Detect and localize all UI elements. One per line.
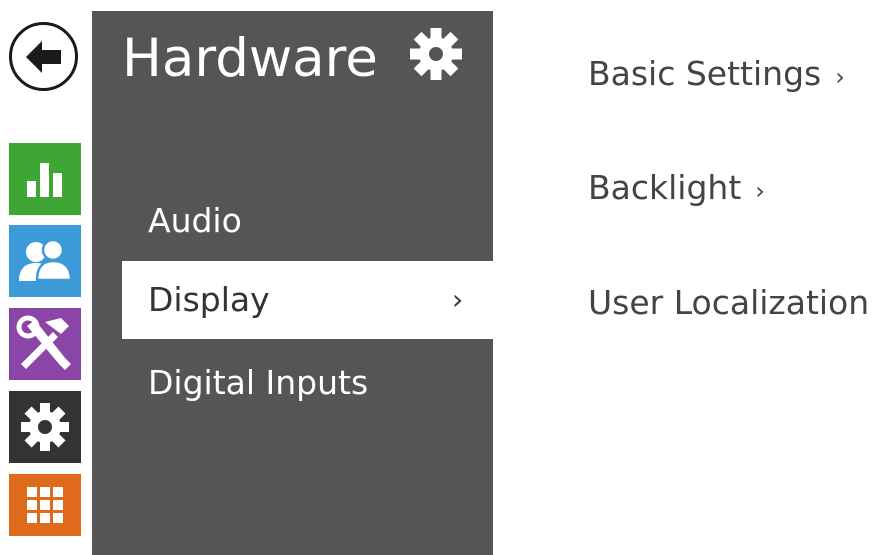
sidebar-item-directory[interactable]	[9, 225, 81, 297]
bar-chart-icon	[27, 163, 62, 197]
chevron-right-icon: ›	[835, 63, 845, 91]
sidebar-item-hardware[interactable]	[9, 391, 81, 463]
submenu-item-basic-settings[interactable]: Basic Settings ›	[588, 52, 845, 99]
menu-item-audio[interactable]: Audio	[122, 182, 493, 260]
submenu-item-backlight[interactable]: Backlight ›	[588, 166, 765, 213]
grid-icon	[27, 487, 63, 523]
submenu-item-label: User Localization	[588, 283, 870, 322]
page-title: Hardware	[122, 28, 378, 89]
gear-icon	[21, 403, 69, 451]
submenu-item-user-localization[interactable]: User Localization›	[588, 281, 885, 328]
users-icon	[19, 238, 73, 282]
chevron-right-icon: ›	[755, 177, 765, 205]
menu-item-label: Digital Inputs	[148, 363, 369, 402]
sidebar-item-services[interactable]	[9, 308, 81, 380]
chevron-right-icon: ›	[452, 283, 464, 316]
sidebar-item-system[interactable]	[9, 474, 81, 536]
menu-item-display[interactable]: Display ›	[122, 261, 493, 339]
menu-item-label: Display	[148, 280, 270, 319]
submenu-item-label: Basic Settings	[588, 54, 822, 93]
sidebar-item-status[interactable]	[9, 143, 81, 215]
menu-item-digital-inputs[interactable]: Digital Inputs	[122, 344, 493, 422]
settings-gear-button[interactable]	[408, 26, 464, 82]
menu-item-label: Audio	[148, 201, 242, 240]
gear-icon	[410, 28, 462, 80]
arrow-left-icon	[25, 40, 61, 73]
submenu-item-label: Backlight	[588, 168, 742, 207]
hammer-wrench-icon	[16, 315, 71, 370]
back-button[interactable]	[9, 22, 78, 91]
